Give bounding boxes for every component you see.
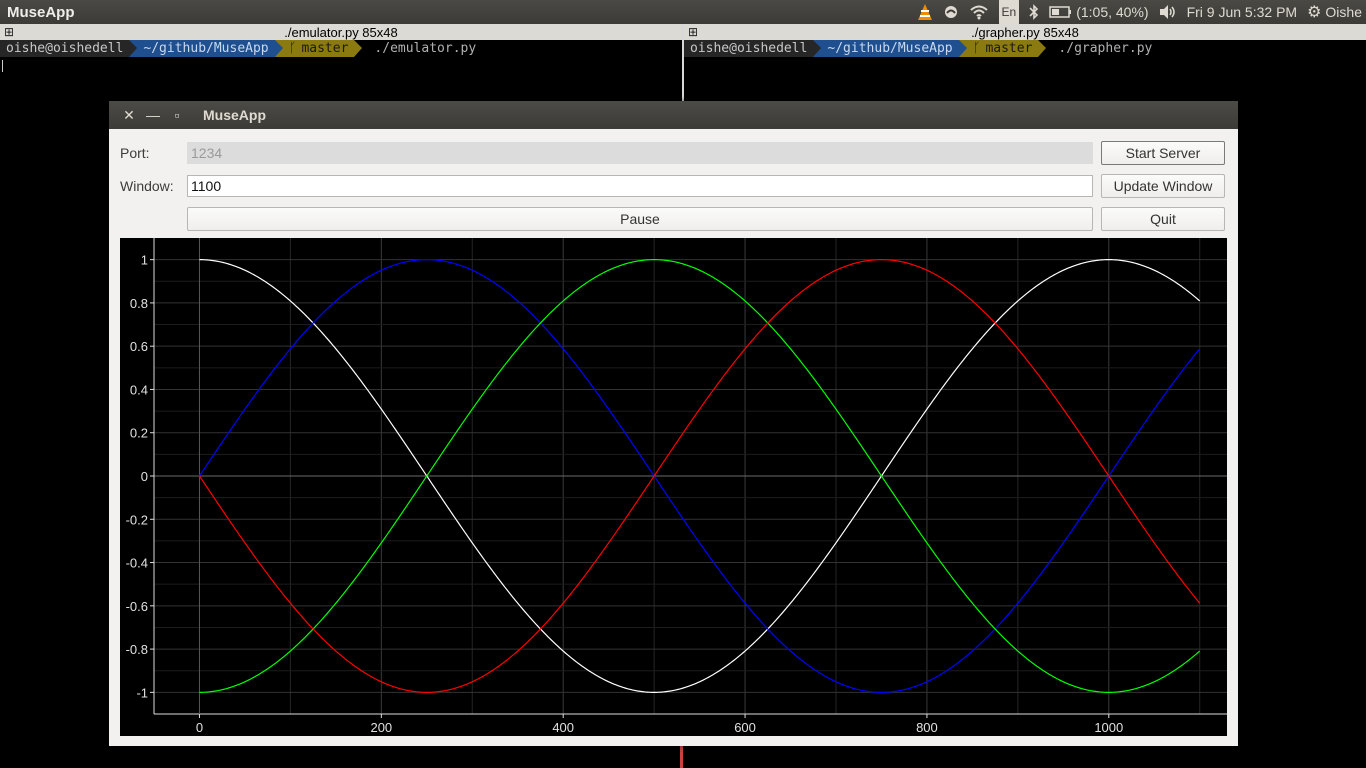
prompt-command: ./emulator.py (374, 41, 477, 56)
close-icon[interactable]: ✕ (117, 107, 141, 124)
pause-button[interactable]: Pause (187, 207, 1093, 231)
prompt-separator (1038, 40, 1047, 57)
museapp-window: ✕ — ▫ MuseApp Port: 1234 Start Server Wi… (109, 101, 1238, 746)
wifi-icon[interactable] (969, 0, 989, 24)
prompt-separator (354, 40, 363, 57)
prompt-separator (958, 40, 967, 57)
prompt-branch: master (985, 41, 1033, 56)
battery-indicator[interactable]: (1:05, 40%) (1049, 0, 1149, 24)
prompt-directory: ~/github/MuseApp (137, 40, 275, 57)
sync-icon[interactable] (943, 0, 959, 24)
terminal-menu-icon[interactable]: ⊞ (688, 25, 698, 39)
prompt-command: ./grapher.py (1058, 41, 1153, 56)
port-input: 1234 (187, 142, 1093, 164)
window-title: MuseApp (203, 107, 266, 123)
y-tick-label: -0.4 (126, 556, 148, 571)
y-tick-label: 0.8 (130, 296, 148, 311)
battery-icon (1049, 6, 1072, 18)
prompt-separator (813, 40, 822, 57)
window-label: Window: (120, 178, 174, 194)
update-window-button[interactable]: Update Window (1101, 174, 1225, 198)
terminal-menu-icon[interactable]: ⊞ (4, 25, 14, 39)
minimize-icon[interactable]: — (141, 107, 165, 123)
prompt-user: oishe@oishedell (0, 40, 130, 57)
window-row: Window: 1100 (120, 174, 1093, 198)
window-title-bar[interactable]: ✕ — ▫ MuseApp (109, 101, 1238, 129)
y-tick-label: -0.2 (126, 512, 148, 527)
indicator-area: En (1:05, 40%) Fri 9 Jun 5:32 PM ⚙ Oishe (917, 0, 1362, 25)
prompt-branch-segment: ᚴ master (282, 40, 355, 57)
keyboard-layout-indicator[interactable]: En (998, 0, 1020, 25)
terminal-title: ./grapher.py 85x48 (971, 24, 1079, 40)
battery-text: (1:05, 40%) (1076, 4, 1149, 20)
y-tick-label: -0.8 (126, 642, 148, 657)
prompt-user: oishe@oishedell (684, 40, 814, 57)
bluetooth-icon[interactable] (1029, 0, 1039, 24)
prompt-separator (274, 40, 283, 57)
x-tick-label: 600 (734, 720, 756, 735)
terminal-title-bar: ⊞ ./emulator.py 85x48 (0, 24, 682, 40)
terminal-title: ./emulator.py 85x48 (284, 24, 398, 40)
x-tick-label: 200 (370, 720, 392, 735)
prompt-branch: master (301, 41, 349, 56)
prompt-branch-segment: ᚴ master (966, 40, 1039, 57)
terminal-scroll-marker (680, 746, 683, 768)
y-tick-label: 0.4 (130, 382, 148, 397)
y-tick-label: 0.2 (130, 426, 148, 441)
clock[interactable]: Fri 9 Jun 5:32 PM (1187, 0, 1298, 24)
gear-icon: ⚙ (1307, 4, 1322, 21)
session-menu[interactable]: ⚙ Oishe (1307, 0, 1362, 24)
plot-background (120, 238, 1227, 736)
x-tick-label: 400 (552, 720, 574, 735)
prompt-directory: ~/github/MuseApp (821, 40, 959, 57)
port-label: Port: (120, 145, 150, 161)
git-branch-icon: ᚴ (288, 41, 297, 56)
port-row: Port: 1234 (120, 141, 1093, 165)
terminal-title-bar: ⊞ ./grapher.py 85x48 (684, 24, 1366, 40)
vlc-icon[interactable] (917, 0, 933, 24)
y-tick-label: -1 (136, 685, 148, 700)
terminal-prompt: oishe@oishedell ~/github/MuseApp ᚴ maste… (0, 40, 682, 57)
x-tick-label: 0 (196, 720, 203, 735)
quit-button[interactable]: Quit (1101, 207, 1225, 231)
maximize-icon[interactable]: ▫ (165, 107, 189, 123)
y-tick-label: 0 (141, 469, 148, 484)
signal-plot[interactable]: 1 0.8 0.6 0.4 0.2 0 -0.2 -0.4 -0.6 -0.8 -1 0 200 400 6… (120, 238, 1227, 736)
x-tick-label: 1000 (1094, 720, 1123, 735)
y-tick-label: 0.6 (130, 339, 148, 354)
volume-icon[interactable] (1159, 0, 1177, 24)
y-tick-label: -0.6 (126, 599, 148, 614)
terminal-cursor (2, 60, 3, 72)
window-size-input[interactable]: 1100 (187, 175, 1093, 197)
terminal-prompt: oishe@oishedell ~/github/MuseApp ᚴ maste… (684, 40, 1366, 57)
user-name: Oishe (1325, 4, 1362, 20)
top-panel: MuseApp En (1:05, 40%) Fri 9 Jun 5:32 PM… (0, 0, 1366, 25)
x-tick-label: 800 (916, 720, 938, 735)
y-tick-label: 1 (141, 253, 148, 268)
git-branch-icon: ᚴ (972, 41, 981, 56)
start-server-button[interactable]: Start Server (1101, 141, 1225, 165)
active-app-title: MuseApp (7, 3, 75, 21)
prompt-separator (129, 40, 138, 57)
